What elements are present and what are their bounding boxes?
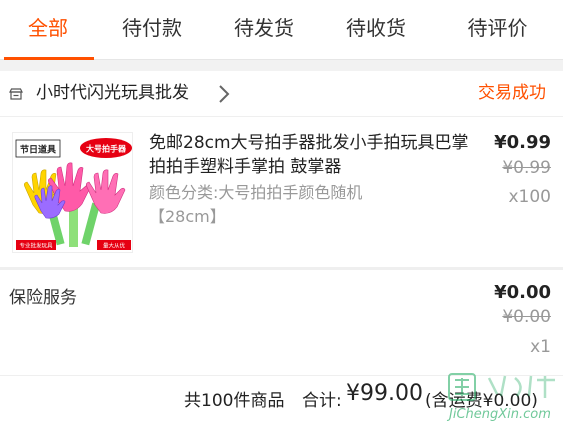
insurance-row[interactable]: 保险服务 ¥0.00 ¥0.00 x1 (0, 270, 563, 375)
product-image: 节日道具 大号拍手器 专业批发玩具 量大从优 (13, 133, 132, 252)
tab-pending-shipment[interactable]: 待发货 (208, 0, 320, 60)
insurance-original-price: ¥0.00 (502, 307, 551, 327)
product-price: ¥0.99 (494, 132, 551, 153)
item-count: 共100件商品 (184, 391, 285, 411)
shop-icon (9, 88, 23, 100)
product-original-price: ¥0.99 (502, 158, 551, 178)
product-sku: 颜色分类:大号拍拍手颜色随机【28cm】 (149, 183, 363, 226)
tab-pending-payment[interactable]: 待付款 (96, 0, 208, 60)
order-status: 交易成功 (478, 83, 546, 103)
insurance-label: 保险服务 (9, 288, 77, 308)
tab-pending-receipt[interactable]: 待收货 (320, 0, 432, 60)
insurance-price: ¥0.00 (494, 282, 551, 303)
product-thumbnail[interactable]: 节日道具 大号拍手器 专业批发玩具 量大从优 (12, 132, 133, 253)
tab-all[interactable]: 全部 (0, 0, 96, 60)
watermark-text: JiChengXin.com (446, 407, 551, 422)
caption-left: 专业批发玩具 (19, 242, 53, 250)
badge-right: 大号拍手器 (86, 144, 127, 154)
shop-name[interactable]: 小时代闪光玩具批发 (36, 81, 189, 105)
section-gap (0, 60, 563, 71)
product-title[interactable]: 免邮28cm大号拍手器批发小手拍玩具巴掌拍拍手塑料手掌拍 鼓掌器 (149, 131, 469, 179)
order-total: ¥99.00 (346, 381, 423, 406)
insurance-quantity: x1 (530, 337, 551, 357)
shop-row[interactable]: 小时代闪光玩具批发 交易成功 (0, 71, 563, 117)
caption-right: 量大从优 (103, 242, 126, 250)
order-tabs: 全部 待付款 待发货 待收货 待评价 (0, 0, 563, 60)
badge-left: 节日道具 (20, 144, 56, 156)
total-label: 合计: (302, 391, 342, 411)
product-item[interactable]: 节日道具 大号拍手器 专业批发玩具 量大从优 免邮28cm大号拍手器批发小手拍玩… (0, 117, 563, 267)
product-quantity: x100 (508, 187, 551, 207)
chevron-right-icon[interactable] (214, 83, 234, 105)
watermark-logo: JiChengXin.com (446, 373, 555, 422)
tab-pending-review[interactable]: 待评价 (432, 0, 563, 60)
